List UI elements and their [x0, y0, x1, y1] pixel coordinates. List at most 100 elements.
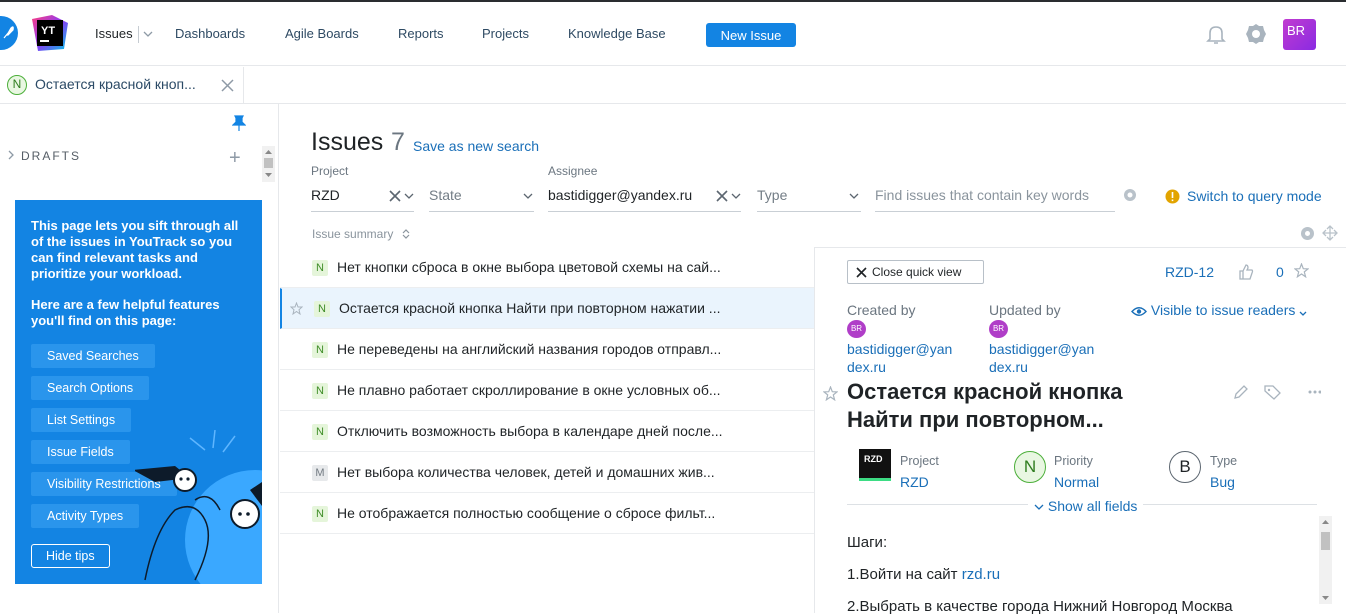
close-icon [856, 267, 867, 278]
updated-by-label: Updated by [989, 302, 1061, 318]
issue-summary[interactable]: Нет кнопки сброса в окне выбора цветовой… [337, 259, 767, 275]
chevron-down-icon[interactable] [523, 193, 533, 200]
tips-features: Here are a few helpful features you'll f… [31, 297, 220, 328]
issue-tools[interactable] [1233, 384, 1321, 400]
chevron-down-icon [1034, 504, 1044, 510]
nav-issues[interactable]: Issues [95, 26, 133, 41]
nav-projects[interactable]: Projects [482, 26, 529, 41]
close-quick-view-button[interactable]: Close quick view [847, 260, 984, 284]
chevron-down-icon[interactable] [849, 193, 859, 200]
add-draft-button[interactable]: + [229, 147, 241, 170]
close-icon[interactable] [221, 79, 234, 92]
hide-tips-button[interactable]: Hide tips [31, 544, 110, 568]
pin-icon[interactable] [232, 115, 246, 131]
tip-search-options-button[interactable]: Search Options [31, 376, 150, 400]
sidebar-toggle-button[interactable] [0, 16, 18, 50]
quick-view-scrollbar[interactable] [1319, 516, 1332, 604]
state-filter-placeholder[interactable]: State [429, 187, 462, 203]
chevron-down-icon [1299, 311, 1307, 316]
project-filter-value[interactable]: RZD [311, 187, 340, 203]
list-settings-gear-icon[interactable] [1300, 226, 1315, 241]
chevron-right-icon[interactable] [7, 150, 15, 160]
nav-agile-boards[interactable]: Agile Boards [285, 26, 359, 41]
search-input[interactable]: Find issues that contain key words [875, 187, 1093, 203]
issue-row-selected[interactable]: N Остается красной кнопка Найти при повт… [280, 288, 814, 329]
description-line: Шаги: [847, 534, 888, 551]
star-icon[interactable] [823, 386, 838, 401]
move-icon[interactable] [1322, 225, 1338, 241]
issues-main: Issues 7 Save as new search Project RZD … [280, 104, 1346, 614]
visibility-label: Visible to issue readers [1150, 302, 1296, 318]
nav-reports[interactable]: Reports [398, 26, 444, 41]
search-settings-gear-icon[interactable] [1123, 188, 1137, 202]
issue-summary[interactable]: Остается красной кнопка Найти при повтор… [339, 300, 769, 316]
tip-issue-fields-button[interactable]: Issue Fields [31, 440, 130, 464]
nav-knowledge-base[interactable]: Knowledge Base [568, 26, 666, 41]
issue-row[interactable]: M Нет выбора количества человек, детей и… [280, 452, 814, 493]
user-avatar[interactable]: BR [1283, 19, 1316, 50]
issue-row[interactable]: N Не плавно работает скроллирование в ок… [280, 370, 814, 411]
project-filter[interactable]: Project RZD [311, 162, 414, 212]
issue-row[interactable]: N Не переведены на английский названия г… [280, 329, 814, 370]
description-line: 1.Войти на сайт rzd.ru [847, 566, 1000, 583]
svg-text:YT: YT [41, 25, 55, 37]
avatar: BR [989, 320, 1008, 338]
close-quick-view-label: Close quick view [872, 265, 962, 279]
project-field-value[interactable]: RZD [900, 474, 929, 490]
type-filter-placeholder[interactable]: Type [757, 187, 787, 203]
rzd-link[interactable]: rzd.ru [962, 566, 1000, 583]
feather-icon [3, 26, 14, 39]
tip-list-settings-button[interactable]: List Settings [31, 408, 132, 432]
clear-icon[interactable] [389, 190, 401, 202]
type-field-value[interactable]: Bug [1210, 474, 1235, 490]
thumbs-up-icon[interactable] [1238, 264, 1254, 280]
clear-icon[interactable] [716, 190, 728, 202]
visibility-dropdown[interactable]: Visible to issue readers [1131, 302, 1307, 318]
priority-icon: N [1014, 451, 1046, 483]
youtrack-logo[interactable]: YT [30, 13, 70, 53]
chevron-down-icon[interactable] [731, 193, 741, 200]
save-search-link[interactable]: Save as new search [413, 138, 539, 154]
bell-icon[interactable] [1206, 24, 1226, 46]
tip-activity-types-button[interactable]: Activity Types [31, 504, 140, 528]
priority-field-value[interactable]: Normal [1054, 474, 1099, 490]
created-by-label: Created by [847, 302, 916, 318]
issue-list: N Нет кнопки сброса в окне выбора цветов… [280, 247, 814, 534]
updated-by-user[interactable]: bastidigger@yandex.ru [989, 340, 1099, 376]
assignee-filter-value[interactable]: bastidigger@yandex.ru [548, 187, 692, 203]
issue-summary[interactable]: Не переведены на английский названия гор… [337, 341, 767, 357]
priority-badge: N [7, 75, 27, 95]
star-icon[interactable] [1294, 263, 1309, 278]
drafts-heading[interactable]: DRAFTS [21, 149, 81, 163]
chevron-down-icon[interactable] [404, 193, 414, 200]
issue-row[interactable]: N Не отображается полностью сообщение о … [280, 493, 814, 534]
avatar: BR [847, 320, 866, 338]
issue-count: 7 [391, 128, 405, 156]
switch-query-mode-link[interactable]: Switch to query mode [1187, 188, 1322, 204]
nav-dashboards[interactable]: Dashboards [175, 26, 245, 41]
scrollbar-arrows [1321, 520, 1330, 600]
issue-summary[interactable]: Не плавно работает скроллирование в окне… [337, 382, 767, 398]
gear-icon[interactable] [1245, 23, 1267, 45]
left-sidebar: DRAFTS + This page lets you sift through… [0, 104, 279, 613]
new-issue-button[interactable]: New Issue [706, 23, 796, 47]
sidebar-scrollbar[interactable] [262, 146, 275, 182]
issue-summary[interactable]: Отключить возможность выбора в календаре… [337, 423, 767, 439]
tip-saved-searches-button[interactable]: Saved Searches [31, 344, 155, 368]
issue-summary[interactable]: Нет выбора количества человек, детей и д… [337, 464, 767, 480]
issue-row[interactable]: N Нет кнопки сброса в окне выбора цветов… [280, 247, 814, 288]
issue-id-link[interactable]: RZD-12 [1165, 264, 1214, 280]
issue-tab[interactable]: N Остается красной кноп... [0, 67, 244, 103]
show-all-fields-link[interactable]: Show all fields [1028, 498, 1144, 514]
assignee-filter[interactable]: Assignee bastidigger@yandex.ru [548, 162, 741, 212]
issue-row[interactable]: N Отключить возможность выбора в календа… [280, 411, 814, 452]
issue-summary[interactable]: Не отображается полностью сообщение о сб… [337, 505, 767, 521]
issue-tab-label[interactable]: Остается красной кноп... [35, 76, 196, 92]
created-by-user[interactable]: bastidigger@yandex.ru [847, 340, 957, 376]
tips-panel: This page lets you sift through all of t… [15, 200, 262, 584]
chevron-down-icon[interactable] [143, 30, 153, 38]
star-icon[interactable] [290, 302, 303, 315]
sort-column-header[interactable]: Issue summary [312, 227, 393, 241]
vote-count: 0 [1276, 264, 1284, 280]
sort-icon[interactable] [402, 229, 410, 239]
